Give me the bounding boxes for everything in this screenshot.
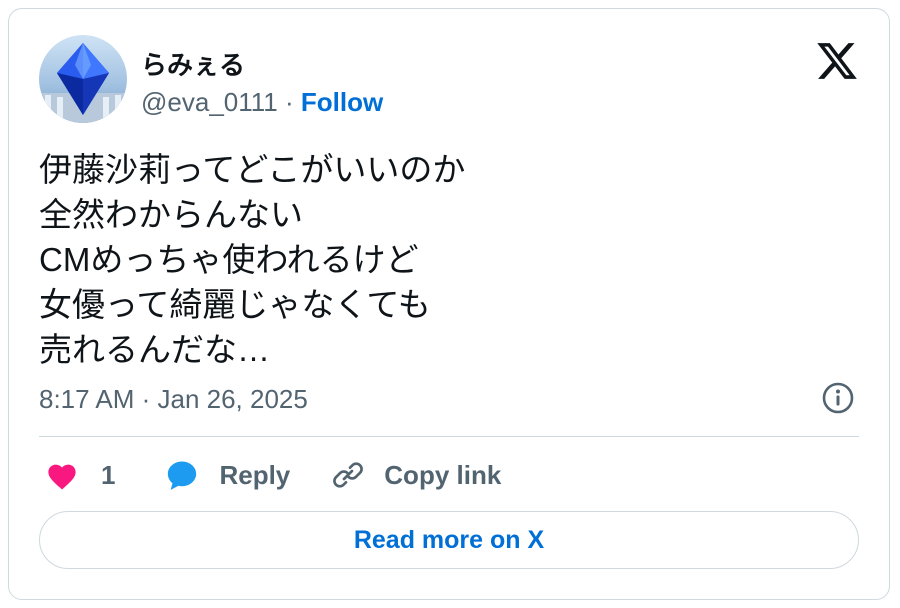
heart-icon <box>48 464 76 490</box>
author-display-name[interactable]: らみぇる <box>141 45 245 82</box>
read-more-button[interactable]: Read more on X <box>39 511 859 569</box>
like-button[interactable]: 1 <box>45 460 115 491</box>
author-handle[interactable]: @eva_0111 <box>141 87 278 117</box>
copy-link-label: Copy link <box>384 459 502 490</box>
x-logo-icon[interactable] <box>815 39 859 83</box>
divider <box>39 436 859 437</box>
link-icon <box>333 462 364 488</box>
embedded-tweet-card: らみぇる @eva_0111 · Follow 伊藤沙莉ってどこがいいのか 全然… <box>8 8 890 600</box>
follow-button[interactable]: Follow <box>301 87 383 117</box>
handle-separator: · <box>285 87 294 117</box>
avatar[interactable] <box>39 35 127 123</box>
like-count: 1 <box>101 459 116 490</box>
reply-bubble-icon <box>168 461 197 490</box>
tweet-text: 伊藤沙莉ってどこがいいのか 全然わからんない CMめっちゃ使われるけど 女優って… <box>39 151 466 368</box>
avatar-crystal-image <box>39 43 127 123</box>
copy-link-button[interactable]: Copy link <box>332 459 501 491</box>
reply-label: Reply <box>219 459 291 490</box>
tweet-actions: 1 Reply Copy link <box>39 453 501 497</box>
tweet-timestamp[interactable]: 8:17 AM · Jan 26, 2025 <box>39 384 308 415</box>
author-handle-row: @eva_0111 · Follow <box>141 87 383 118</box>
info-icon[interactable] <box>821 381 855 415</box>
reply-button[interactable]: Reply <box>165 458 290 492</box>
